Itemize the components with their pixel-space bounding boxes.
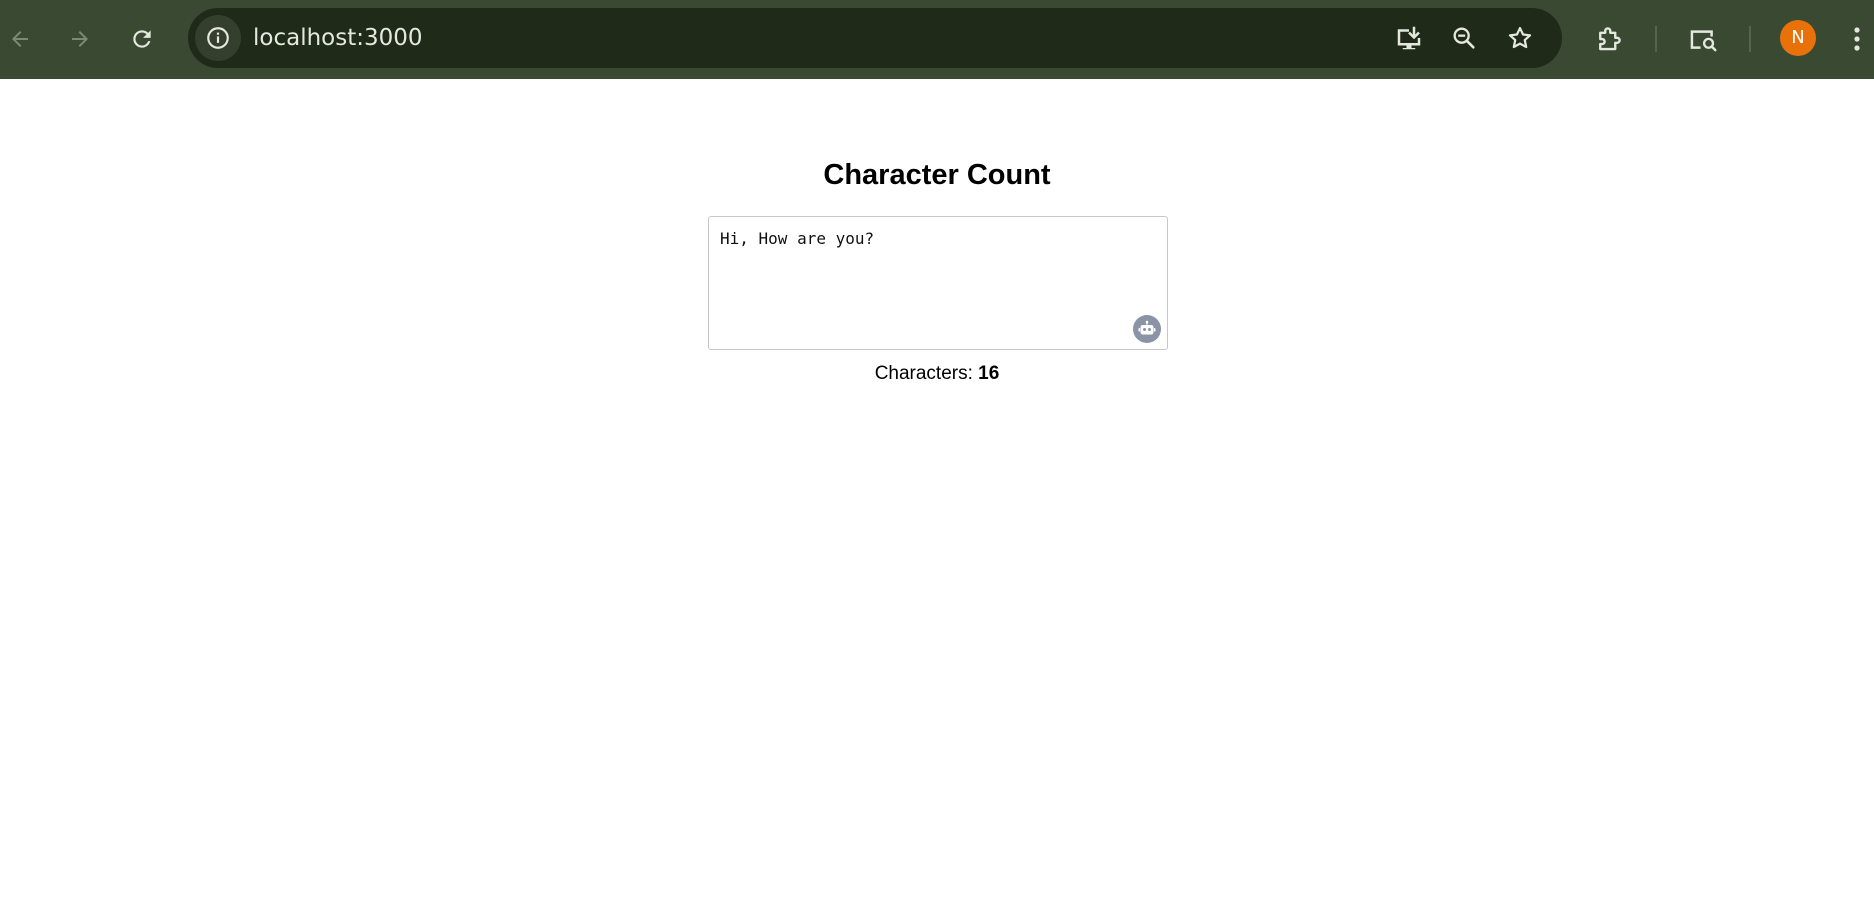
info-icon bbox=[207, 27, 229, 49]
assistant-button[interactable] bbox=[1133, 315, 1161, 343]
forward-button[interactable] bbox=[60, 19, 100, 59]
text-input-container bbox=[708, 216, 1168, 350]
toolbar-separator bbox=[1655, 26, 1657, 52]
character-count: Characters: 16 bbox=[0, 362, 1874, 386]
back-arrow-icon bbox=[12, 31, 28, 47]
address-bar[interactable]: localhost:3000 bbox=[188, 8, 1562, 68]
toolbar-separator bbox=[1749, 26, 1751, 52]
kebab-menu-icon bbox=[1854, 27, 1860, 51]
url-text[interactable]: localhost:3000 bbox=[253, 24, 423, 52]
install-app-icon bbox=[1397, 26, 1421, 50]
profile-avatar[interactable]: N bbox=[1780, 20, 1816, 56]
site-info-button[interactable] bbox=[195, 15, 241, 61]
browser-menu-button[interactable] bbox=[1842, 19, 1872, 59]
install-app-button[interactable] bbox=[1391, 20, 1427, 56]
reload-icon bbox=[133, 30, 151, 48]
forward-arrow-icon bbox=[72, 31, 88, 47]
back-button[interactable] bbox=[0, 19, 40, 59]
bookmark-button[interactable] bbox=[1502, 20, 1538, 56]
robot-icon bbox=[1138, 320, 1156, 335]
browser-toolbar: localhost:3000 N bbox=[0, 0, 1874, 79]
zoom-button[interactable] bbox=[1446, 20, 1482, 56]
search-in-tab-button[interactable] bbox=[1683, 19, 1723, 59]
extensions-button[interactable] bbox=[1589, 19, 1629, 59]
search-in-tab-icon bbox=[1690, 30, 1717, 52]
puzzle-icon bbox=[1599, 27, 1621, 51]
character-count-label: Characters: bbox=[874, 363, 979, 384]
star-icon bbox=[1508, 26, 1532, 49]
text-input[interactable] bbox=[708, 216, 1168, 350]
page-title: Character Count bbox=[823, 159, 1051, 191]
reload-button[interactable] bbox=[122, 19, 162, 59]
zoom-out-icon bbox=[1453, 27, 1475, 49]
character-count-value: 16 bbox=[978, 363, 1000, 384]
